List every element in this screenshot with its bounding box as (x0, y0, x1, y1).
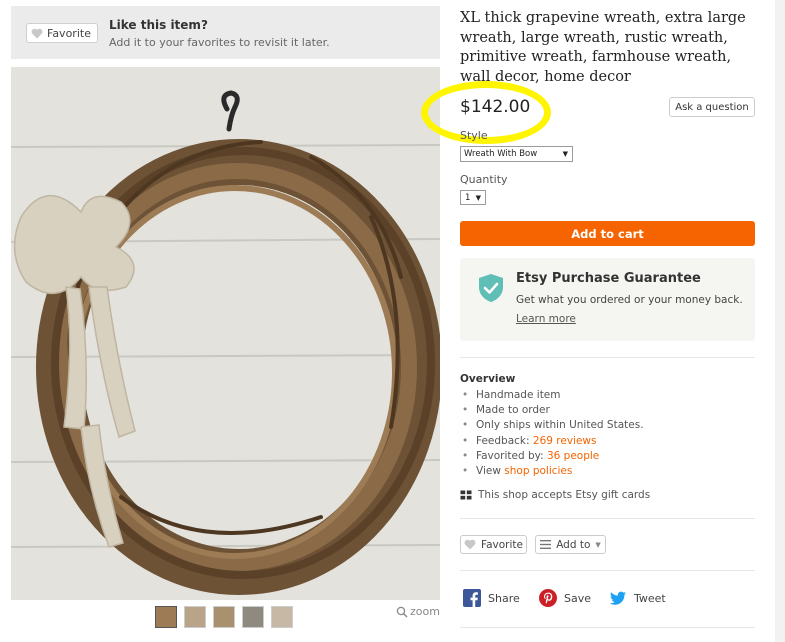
quantity-select-value: 1 (465, 192, 471, 203)
favorite-button[interactable]: Favorite (460, 535, 527, 554)
heart-icon (31, 28, 43, 38)
add-to-list-button[interactable]: Add to ▼ (535, 535, 606, 554)
pinterest-save-label: Save (564, 591, 592, 605)
facebook-icon (463, 589, 481, 607)
heart-icon (464, 539, 476, 550)
magnifier-icon (396, 606, 408, 618)
thumbnail-1[interactable] (155, 606, 177, 628)
list-item: View shop policies (462, 464, 644, 479)
twitter-icon (609, 591, 626, 605)
divider (460, 570, 755, 571)
favorite-banner-subtitle: Add it to your favorites to revisit it l… (109, 36, 330, 49)
zoom-label: zoom (410, 605, 440, 618)
list-item: Favorited by: 36 people (462, 449, 644, 464)
purchase-guarantee-box: Etsy Purchase Guarantee Get what you ord… (460, 258, 755, 341)
quantity-select[interactable]: 1 ▼ (460, 190, 486, 205)
divider (460, 357, 755, 358)
gift-cards-note: This shop accepts Etsy gift cards (460, 489, 650, 501)
list-item-text: Only ships within United States. (476, 419, 644, 432)
caret-down-icon: ▼ (562, 150, 568, 158)
list-icon (540, 540, 552, 549)
list-item-text: Feedback: (476, 434, 533, 447)
thumbnail-2[interactable] (184, 606, 206, 628)
gift-card-icon (460, 490, 472, 500)
list-item-text: Handmade item (476, 389, 561, 401)
caret-down-icon: ▼ (595, 540, 601, 549)
favorite-banner: Favorite Like this item? Add it to your … (11, 6, 440, 59)
product-title: XL thick grapevine wreath, extra large w… (460, 10, 746, 85)
product-price: $142.00 (460, 97, 531, 117)
learn-more-link[interactable]: Learn more (516, 313, 576, 325)
quantity-label: Quantity (460, 173, 508, 186)
style-label: Style (460, 129, 488, 142)
caret-down-icon: ▼ (475, 193, 481, 202)
overview-list: Handmade item Made to order Only ships w… (462, 388, 644, 479)
divider (460, 518, 755, 519)
list-item-text: View (476, 465, 505, 478)
pinterest-icon (539, 589, 557, 607)
favorite-button-label: Favorite (481, 538, 523, 551)
shop-policies-link[interactable]: shop policies (504, 465, 572, 477)
shield-check-icon (479, 274, 503, 302)
overview-heading: Overview (460, 373, 516, 385)
list-item-text: Made to order (476, 404, 550, 417)
add-to-cart-button[interactable]: Add to cart (460, 221, 755, 246)
list-item-text: Favorited by: (476, 449, 547, 462)
thumbnail-4[interactable] (242, 606, 264, 628)
wreath-photo-image (11, 67, 440, 600)
favorite-banner-title: Like this item? (109, 18, 208, 32)
twitter-tweet-button[interactable]: Tweet (609, 589, 666, 607)
divider (460, 627, 755, 628)
facebook-share-button[interactable]: Share (463, 589, 520, 607)
guarantee-text: Get what you ordered or your money back. (516, 294, 743, 306)
thumbnail-5[interactable] (271, 606, 293, 628)
reviews-link[interactable]: 269 reviews (533, 435, 597, 447)
add-to-label: Add to (556, 538, 591, 551)
favorite-banner-button-label: Favorite (47, 26, 91, 40)
twitter-tweet-label: Tweet (634, 591, 666, 605)
main-product-photo[interactable] (11, 67, 440, 600)
page-edge (775, 0, 785, 642)
pinterest-save-button[interactable]: Save (539, 589, 591, 607)
list-item: Only ships within United States. (462, 418, 644, 433)
zoom-control[interactable]: zoom (396, 605, 440, 618)
list-item: Handmade item (462, 388, 644, 403)
favorite-banner-button[interactable]: Favorite (26, 23, 98, 43)
facebook-share-label: Share (488, 591, 520, 605)
style-select-value: Wreath With Bow (464, 149, 538, 159)
gift-cards-text: This shop accepts Etsy gift cards (478, 489, 651, 501)
thumbnail-strip (155, 606, 293, 628)
thumbnail-3[interactable] (213, 606, 235, 628)
style-select[interactable]: Wreath With Bow ▼ (460, 146, 573, 162)
favorited-by-link[interactable]: 36 people (547, 450, 599, 462)
list-item: Made to order (462, 403, 644, 418)
guarantee-title: Etsy Purchase Guarantee (516, 271, 701, 286)
list-item: Feedback: 269 reviews (462, 434, 644, 449)
ask-question-button[interactable]: Ask a question (669, 97, 755, 117)
